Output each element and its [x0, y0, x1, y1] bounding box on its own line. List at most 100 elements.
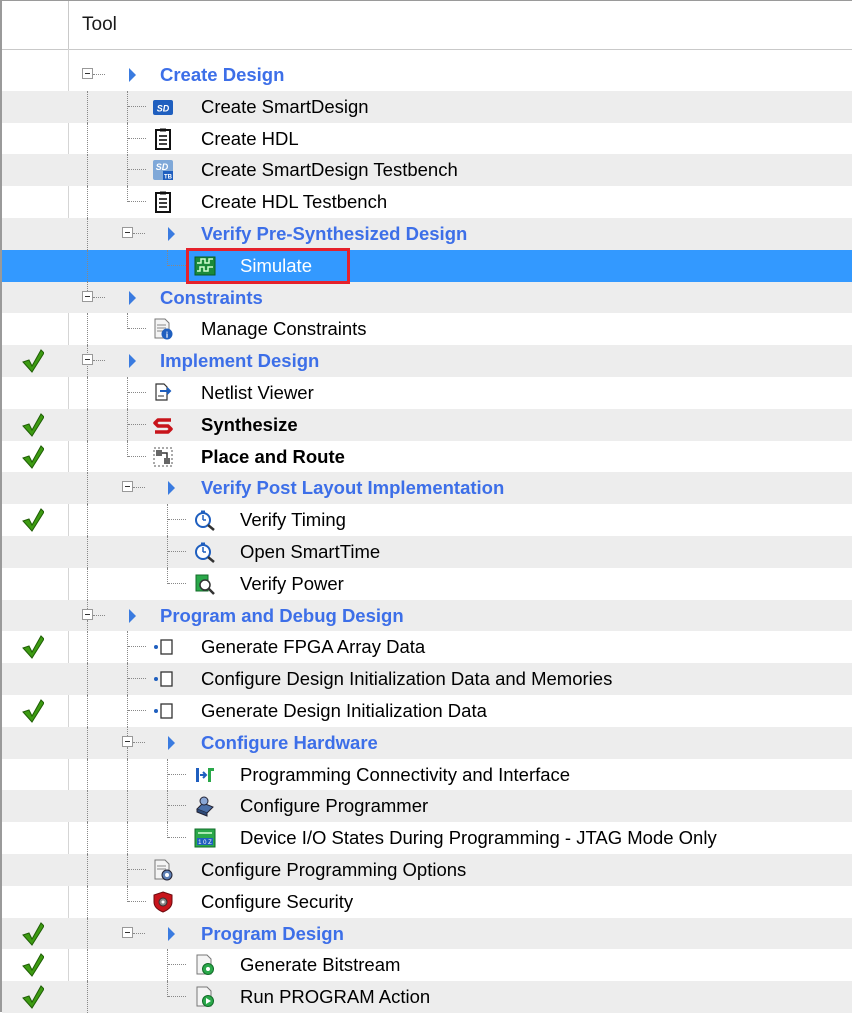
tree-item-configure-design-initialization-data[interactable]: Configure Design Initialization Data and… [2, 663, 852, 696]
tree-item-configure-security[interactable]: Configure Security [2, 885, 852, 918]
tree-item-label: Program and Debug Design [160, 604, 404, 626]
tree-item-device-io-states[interactable]: 1 0 Z Device I/O States During Programmi… [2, 822, 852, 855]
tree-item-label: Create HDL Testbench [201, 191, 388, 213]
status-column-header[interactable] [2, 1, 69, 49]
bitstream-icon [196, 954, 214, 976]
programming-options-icon [154, 859, 173, 881]
tree-item-label: Configure Programmer [240, 795, 429, 817]
tool-column-header[interactable]: Tool [82, 1, 117, 49]
tree-item-label: Verify Timing [240, 509, 346, 531]
security-shield-icon [153, 891, 173, 913]
tree-group-constraints[interactable]: Constraints [2, 281, 852, 314]
timing-magnifier-icon [195, 542, 215, 563]
tree-item-create-hdl-testbench[interactable]: Create HDL Testbench [2, 186, 852, 219]
tree-item-label: Open SmartTime [240, 540, 381, 562]
checkmark-icon [22, 444, 44, 469]
tree-item-create-smartdesign-testbench[interactable]: SD TB Create SmartDesign Testbench [2, 154, 852, 187]
document-info-icon: i [154, 318, 173, 340]
tree-group-program-and-debug-design[interactable]: Program and Debug Design [2, 599, 852, 632]
tree-item-label: Generate Design Initialization Data [201, 699, 487, 721]
checkmark-icon [22, 635, 44, 660]
tree-item-label: Create HDL [201, 127, 299, 149]
timing-magnifier-icon [195, 510, 215, 532]
collapse-icon[interactable] [122, 481, 133, 493]
tree-group-verify-pre-synthesized-design[interactable]: Verify Pre-Synthesized Design [2, 217, 852, 250]
connectivity-icon [196, 767, 214, 782]
tree-item-open-smarttime[interactable]: Open SmartTime [2, 535, 852, 568]
collapse-icon[interactable] [122, 226, 133, 238]
tree-item-generate-design-initialization-data[interactable]: Generate Design Initialization Data [2, 694, 852, 727]
checkmark-icon [22, 508, 44, 532]
expand-triangle-icon [168, 226, 175, 241]
tree-item-create-smartdesign[interactable]: SD Create SmartDesign [2, 90, 852, 123]
expand-triangle-icon [168, 481, 175, 496]
bullet-checkbox-icon [154, 639, 173, 655]
tree-group-implement-design[interactable]: Implement Design [2, 345, 852, 378]
tree-item-configure-programming-options[interactable]: Configure Programming Options [2, 853, 852, 886]
tree-item-netlist-viewer[interactable]: Netlist Viewer [2, 376, 852, 409]
tree-group-verify-post-layout-implementation[interactable]: Verify Post Layout Implementation [2, 472, 852, 505]
design-flow-tree: Create Design SD Create SmartDesign Crea… [2, 59, 852, 1013]
checkmark-icon [22, 412, 44, 437]
tree-item-synthesize[interactable]: Synthesize [2, 408, 852, 441]
tree-group-program-design[interactable]: Program Design [2, 917, 852, 950]
tree-item-label: Run PROGRAM Action [240, 986, 431, 1008]
tree-item-configure-programmer[interactable]: Configure Programmer [2, 790, 852, 823]
tree-item-manage-constraints[interactable]: i Manage Constraints [2, 313, 852, 346]
collapse-icon[interactable] [82, 608, 93, 620]
checkmark-icon [22, 699, 44, 723]
tree-header: Tool [2, 1, 852, 50]
collapse-icon[interactable] [82, 290, 93, 302]
tree-item-label: Implement Design [160, 350, 320, 372]
tree-item-label: Create Design [160, 64, 285, 85]
expand-triangle-icon [129, 608, 136, 623]
svg-text:TB: TB [164, 175, 173, 181]
tree-item-programming-connectivity[interactable]: Programming Connectivity and Interface [2, 758, 852, 791]
tree-item-label: Constraints [160, 286, 263, 308]
tree-item-verify-timing[interactable]: Verify Timing [2, 504, 852, 537]
expand-triangle-icon [168, 926, 175, 941]
svg-text:SD: SD [157, 103, 170, 113]
expand-triangle-icon [129, 68, 136, 82]
tree-group-configure-hardware[interactable]: Configure Hardware [2, 726, 852, 759]
run-program-icon [196, 986, 214, 1008]
clipboard-icon [155, 128, 171, 150]
checkmark-icon [22, 985, 44, 1009]
tree-item-simulate[interactable]: Simulate [2, 249, 852, 282]
tree-item-create-hdl[interactable]: Create HDL [2, 122, 852, 155]
power-magnifier-icon [195, 574, 215, 595]
tree-item-label: Verify Pre-Synthesized Design [201, 222, 468, 244]
collapse-icon[interactable] [122, 735, 133, 747]
expand-triangle-icon [129, 354, 136, 369]
collapse-icon[interactable] [82, 68, 93, 79]
tree-item-generate-bitstream[interactable]: Generate Bitstream [2, 949, 852, 982]
tree-group-create-design[interactable]: Create Design [2, 59, 852, 91]
tree-item-verify-power[interactable]: Verify Power [2, 567, 852, 600]
tree-item-label: Verify Post Layout Implementation [201, 477, 505, 499]
checkmark-icon [22, 921, 44, 946]
collapse-icon[interactable] [122, 926, 133, 938]
tree-item-label: Verify Power [240, 572, 344, 594]
bullet-checkbox-icon [154, 671, 173, 687]
collapse-icon[interactable] [82, 354, 93, 366]
tree-item-label: Configure Hardware [201, 731, 378, 753]
tree-item-label: Create SmartDesign Testbench [201, 159, 458, 181]
clipboard-icon [155, 191, 171, 214]
tree-item-place-and-route[interactable]: Place and Route [2, 440, 852, 473]
expand-triangle-icon [129, 290, 136, 305]
tree-item-generate-fpga-array-data[interactable]: Generate FPGA Array Data [2, 631, 852, 664]
programmer-icon [196, 796, 214, 818]
simulate-highlight-box [186, 248, 350, 284]
svg-text:1 0 Z: 1 0 Z [198, 840, 212, 846]
tree-item-label: Generate Bitstream [240, 954, 401, 976]
svg-text:SD: SD [156, 162, 169, 172]
tree-item-run-program-action[interactable]: Run PROGRAM Action [2, 981, 852, 1013]
smartdesign-testbench-icon: SD TB [153, 160, 173, 181]
tree-item-label: Device I/O States During Programming - J… [240, 827, 717, 849]
tree-item-label: Place and Route [201, 445, 345, 467]
synthesize-icon [153, 418, 173, 434]
tree-item-label: Program Design [201, 922, 344, 944]
checkmark-icon [22, 349, 44, 373]
place-route-icon [153, 447, 173, 467]
tree-item-label: Configure Design Initialization Data and… [201, 668, 613, 690]
